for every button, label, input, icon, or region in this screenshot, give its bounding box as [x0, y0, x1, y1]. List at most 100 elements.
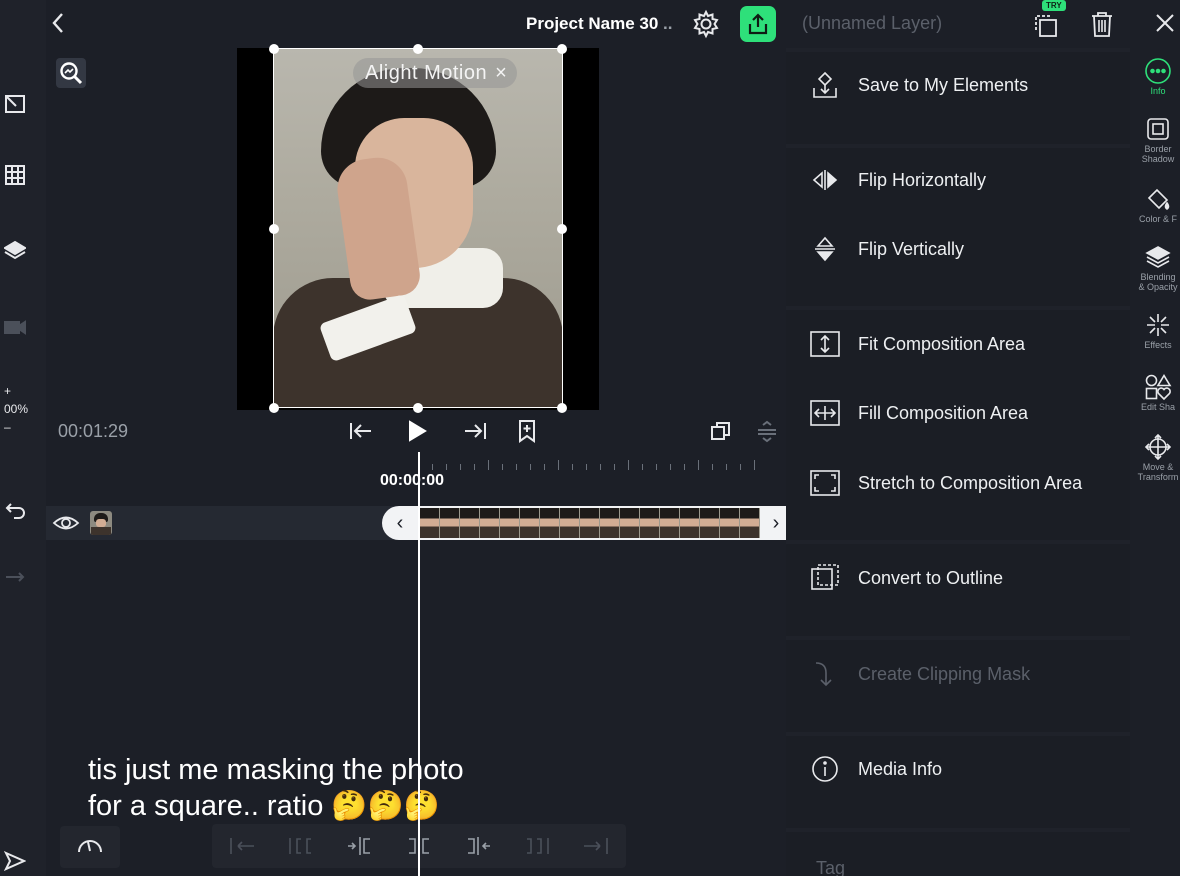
menu-group-save: Save to My Elements [786, 52, 1130, 144]
duplicate-icon [1035, 15, 1057, 37]
layer-track[interactable]: ‹ › [46, 506, 786, 540]
photo-layer[interactable]: Alight Motion × [273, 48, 563, 408]
zoom-fit-button[interactable] [56, 58, 86, 88]
clipping-mask-arrow-icon [808, 657, 842, 691]
project-name-text: Project Name 30 [526, 14, 659, 33]
prop-move-transform[interactable]: Move & Transform [1136, 432, 1180, 482]
settings-button[interactable] [691, 9, 721, 39]
prop-info[interactable]: Info [1136, 56, 1180, 96]
playhead[interactable] [418, 452, 420, 876]
zoom-out-button[interactable]: – [4, 418, 34, 436]
layer-name[interactable]: (Unnamed Layer) [802, 13, 942, 34]
timeline[interactable]: 00:00:00 ‹ › tis just me masking the pho… [46, 452, 786, 876]
prop-border-shadow-label: Border Shadow [1141, 144, 1175, 164]
flip-vertical-icon [808, 232, 842, 266]
skip-to-start-icon [350, 423, 371, 439]
layer-shape-icon[interactable] [0, 88, 30, 118]
stretch-composition-item[interactable]: Stretch to Composition Area [786, 458, 1130, 508]
gear-icon [693, 9, 719, 39]
bracket-right-icon [527, 838, 550, 854]
prop-color-fill[interactable]: Color & F [1136, 184, 1180, 224]
split-left-at-playhead-button[interactable] [344, 832, 376, 860]
flip-horizontally-label: Flip Horizontally [858, 169, 987, 190]
video-clip[interactable]: ‹ › [382, 506, 786, 540]
clip-trim-left-button[interactable]: ‹ [390, 511, 410, 535]
prop-blending-opacity[interactable]: Blending & Opacity [1136, 242, 1180, 292]
playhead-time: 00:00:00 [380, 472, 445, 489]
convert-outline-icon [808, 561, 842, 595]
editor-header: Project Name 30 .. [46, 0, 786, 48]
media-info-item[interactable]: Media Info [786, 744, 1130, 794]
prop-effects[interactable]: Effects [1136, 310, 1180, 350]
convert-outline-label: Convert to Outline [858, 567, 1004, 588]
redo-icon[interactable] [0, 562, 30, 592]
flip-vertically-item[interactable]: Flip Vertically [786, 224, 1130, 274]
grid-icon[interactable] [0, 160, 30, 190]
preview-area: Alight Motion × [46, 44, 786, 413]
menu-group-flip: Flip Horizontally Flip Vertically [786, 148, 1130, 306]
back-button[interactable] [46, 8, 76, 38]
clip-trim-right-button[interactable]: › [766, 511, 786, 535]
fit-composition-item[interactable]: Fit Composition Area [786, 319, 1130, 369]
split-left-icon [347, 837, 370, 855]
timeline-resize-handle[interactable] [752, 416, 782, 446]
watermark-text: Alight Motion [365, 61, 488, 84]
watermark-badge[interactable]: Alight Motion × [353, 58, 518, 88]
jump-start-button[interactable] [346, 416, 376, 446]
fill-composition-label: Fill Composition Area [858, 402, 1029, 423]
split-left-button[interactable] [285, 832, 317, 860]
prop-color-fill-label: Color & F [1138, 214, 1177, 224]
fit-area-icon [808, 327, 842, 361]
drag-handle-icon [758, 420, 776, 443]
split-right-icon [468, 837, 491, 855]
bracket-left-icon [288, 838, 311, 854]
trim-start-button[interactable] [226, 832, 258, 860]
export-button[interactable] [740, 6, 776, 42]
save-to-elements-item[interactable]: Save to My Elements [786, 60, 1130, 110]
play-icon [409, 420, 427, 442]
time-ruler[interactable] [418, 452, 764, 470]
overlay-caption: tis just me masking the photo for a squa… [88, 754, 464, 822]
info-circle-icon [808, 752, 842, 786]
jump-end-button[interactable] [460, 416, 490, 446]
bookmark-button[interactable] [512, 416, 542, 446]
convert-outline-item[interactable]: Convert to Outline [786, 553, 1130, 603]
total-duration: 00:01:29 [58, 421, 129, 441]
left-tool-rail: + 00% – [0, 0, 46, 876]
flip-horizontally-item[interactable]: Flip Horizontally [786, 155, 1130, 205]
eye-icon [52, 516, 80, 530]
fill-composition-item[interactable]: Fill Composition Area [786, 388, 1130, 438]
close-panel-button[interactable] [1150, 8, 1180, 38]
fill-area-icon [808, 396, 842, 430]
speed-button[interactable] [60, 826, 120, 868]
tag-label[interactable]: Tag [816, 858, 845, 876]
border-shadow-icon [1143, 114, 1173, 144]
effects-sparkle-icon [1143, 310, 1173, 340]
trim-end-button[interactable] [580, 832, 612, 860]
menu-group-outline: Convert to Outline [786, 544, 1130, 636]
skip-to-end-icon [465, 423, 486, 439]
prop-edit-shape[interactable]: Edit Sha [1136, 372, 1180, 412]
create-clipping-mask-item[interactable]: Create Clipping Mask [786, 649, 1130, 699]
zoom-in-button[interactable]: + [4, 382, 34, 400]
layers-icon[interactable] [0, 236, 30, 266]
clip-filmstrip [420, 508, 760, 538]
trim-start-icon [229, 838, 254, 854]
duplicate-layer-button[interactable] [1030, 8, 1062, 40]
split-right-button[interactable] [521, 832, 553, 860]
clip-view-button[interactable] [706, 416, 736, 446]
visibility-toggle[interactable] [52, 510, 80, 536]
flip-horizontal-icon [808, 163, 842, 197]
stretch-area-icon [808, 466, 842, 500]
zoom-control[interactable]: + 00% – [0, 382, 34, 436]
camera-icon[interactable] [0, 312, 30, 342]
undo-icon[interactable] [0, 496, 30, 526]
delete-layer-button[interactable] [1086, 8, 1118, 40]
watermark-close-icon[interactable]: × [495, 62, 507, 85]
play-button[interactable] [402, 416, 432, 446]
send-icon[interactable] [0, 846, 30, 876]
project-title[interactable]: Project Name 30 .. [526, 14, 672, 34]
prop-border-shadow[interactable]: Border Shadow [1136, 114, 1180, 164]
composition-canvas[interactable]: Alight Motion × [237, 44, 599, 413]
split-right-at-playhead-button[interactable] [462, 832, 494, 860]
